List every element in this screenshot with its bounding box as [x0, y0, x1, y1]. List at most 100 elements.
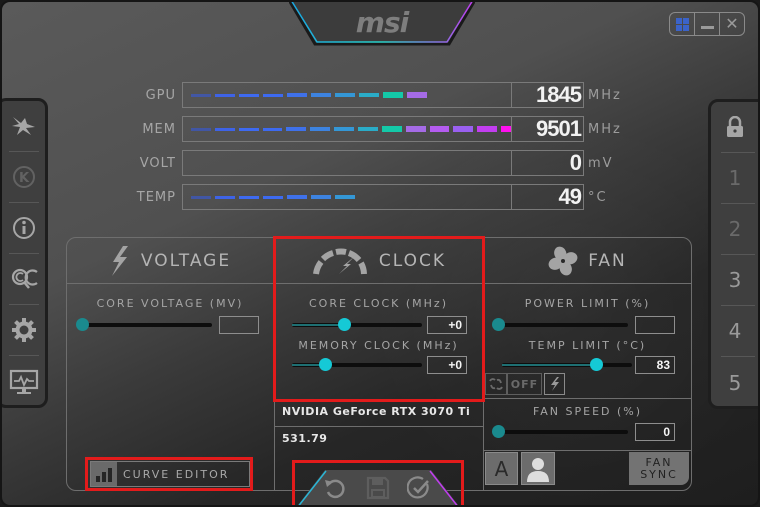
- power-limit-input[interactable]: [635, 316, 675, 334]
- close-icon: ✕: [725, 14, 739, 33]
- left-sidebar: K: [2, 98, 48, 408]
- lightning-bolt-icon: [111, 246, 128, 276]
- save-icon: [366, 476, 390, 500]
- core-clock-input[interactable]: +0: [427, 316, 467, 334]
- gpu-name: NVIDIA GeForce RTX 3070 Ti: [282, 405, 471, 418]
- profile-2-button[interactable]: 2: [721, 204, 755, 255]
- slider-knob[interactable]: [338, 318, 351, 331]
- power-limit-slider[interactable]: [492, 318, 628, 331]
- level-segment: [335, 93, 355, 97]
- level-segment: [311, 93, 331, 97]
- level-segment: [405, 126, 426, 132]
- sidebar-item-kombustor[interactable]: [9, 101, 39, 152]
- oc-scanner-icon: [11, 268, 38, 289]
- gpu-label: GPU: [145, 87, 176, 103]
- level-segment: [286, 127, 307, 131]
- k-boost-icon: K: [13, 166, 35, 188]
- lightning-bolt-icon: [550, 377, 559, 391]
- fan-speed-input[interactable]: 0: [635, 423, 675, 441]
- sidebar-item-hardware-monitor[interactable]: [9, 356, 39, 407]
- profile-4-button[interactable]: 4: [721, 306, 755, 357]
- close-button[interactable]: ✕: [720, 13, 744, 35]
- temp-limit-slider[interactable]: [502, 358, 632, 371]
- driver-version: 531.79: [282, 432, 328, 445]
- voltage-unit: mV: [588, 155, 614, 171]
- windows-logo-icon: [675, 17, 689, 31]
- fan-sync-label-1: FAN: [645, 455, 673, 469]
- fan-speed-divider: [483, 398, 692, 399]
- slider-knob[interactable]: [318, 358, 332, 371]
- fan-speed-slider[interactable]: [492, 425, 628, 438]
- volt-level-bar: [182, 150, 512, 176]
- monitor-row-temp: TEMP 49 °C: [122, 180, 622, 214]
- memory-clock-slider[interactable]: [292, 358, 422, 371]
- reset-button[interactable]: [321, 474, 349, 502]
- sidebar-item-info[interactable]: [9, 203, 39, 254]
- monitor-row-volt: VOLT 0 mV: [122, 146, 622, 180]
- memory-clock-input[interactable]: +0: [427, 356, 467, 374]
- level-segment: [239, 195, 259, 199]
- temp-label: TEMP: [136, 189, 176, 205]
- mem-label: MEM: [142, 121, 176, 137]
- voltage-header: VOLTAGE: [66, 238, 274, 284]
- gpu-level-bar: [182, 82, 512, 108]
- msi-logo: msi: [355, 6, 409, 39]
- curve-editor-button[interactable]: CURVE EDITOR: [90, 461, 250, 487]
- mem-clock-unit: MHz: [588, 121, 622, 137]
- apply-check-icon: [407, 476, 429, 499]
- level-segment: [429, 126, 450, 132]
- fan-sync-label-2: SYNC: [640, 467, 678, 481]
- limit-link-toggle[interactable]: OFF: [485, 373, 542, 395]
- fan-user-button[interactable]: [521, 452, 555, 485]
- temp-limit-input[interactable]: 83: [635, 356, 675, 374]
- fan-header: FAN: [483, 238, 692, 284]
- mem-clock-value: 9501: [512, 116, 584, 142]
- volt-label: VOLT: [139, 155, 176, 171]
- level-segment: [263, 195, 283, 199]
- slider-fill: [292, 324, 344, 326]
- level-segment: [263, 93, 283, 97]
- fan-sync-button[interactable]: FAN SYNC: [629, 452, 689, 485]
- slider-knob[interactable]: [492, 425, 505, 438]
- temperature-unit: °C: [588, 189, 608, 205]
- windows-startup-button[interactable]: [670, 13, 695, 35]
- level-segment: [310, 127, 331, 131]
- level-segment: [383, 92, 403, 98]
- sidebar-item-k-boost[interactable]: K: [9, 152, 39, 203]
- profile-lock-button[interactable]: [721, 102, 755, 153]
- sidebar-item-oc-scanner[interactable]: [9, 254, 39, 305]
- monitor-readouts: GPU 1845 MHz MEM 9501 MHz VOLT 0 mV TEMP…: [122, 78, 622, 214]
- level-segment: [453, 126, 474, 132]
- slider-knob[interactable]: [492, 318, 505, 331]
- link-off-label: OFF: [507, 373, 542, 395]
- sidebar-item-settings[interactable]: [9, 305, 39, 356]
- kombustor-icon: [12, 117, 35, 135]
- temp-limit-label: TEMP LIMIT (°C): [528, 339, 647, 352]
- core-voltage-slider[interactable]: [76, 318, 212, 331]
- speedometer-icon: [312, 248, 367, 275]
- level-segment: [381, 126, 402, 132]
- profile-3-button[interactable]: 3: [721, 255, 755, 306]
- svg-text:K: K: [19, 171, 30, 186]
- fan-mode-divider: [483, 450, 692, 451]
- auto-label: A: [494, 456, 509, 481]
- core-clock-slider[interactable]: [292, 318, 422, 331]
- save-button[interactable]: [364, 474, 392, 502]
- apply-button[interactable]: [405, 474, 433, 502]
- slider-knob[interactable]: [76, 318, 89, 331]
- level-segment: [191, 127, 211, 131]
- temperature-value: 49: [512, 184, 584, 210]
- slider-knob[interactable]: [589, 358, 603, 371]
- core-clock-label: CORE CLOCK (MHz): [308, 297, 448, 310]
- level-segment: [214, 127, 235, 131]
- profile-1-button[interactable]: 1: [721, 153, 755, 204]
- fan-icon: [548, 246, 578, 276]
- profile-5-button[interactable]: 5: [721, 357, 755, 408]
- info-icon: [13, 217, 35, 239]
- core-voltage-input[interactable]: [219, 316, 259, 334]
- minimize-button[interactable]: [695, 13, 720, 35]
- fan-auto-button[interactable]: A: [485, 452, 518, 485]
- voltage-title: VOLTAGE: [140, 251, 232, 271]
- boost-lightning-button[interactable]: [544, 373, 565, 395]
- minimize-icon: [700, 25, 714, 29]
